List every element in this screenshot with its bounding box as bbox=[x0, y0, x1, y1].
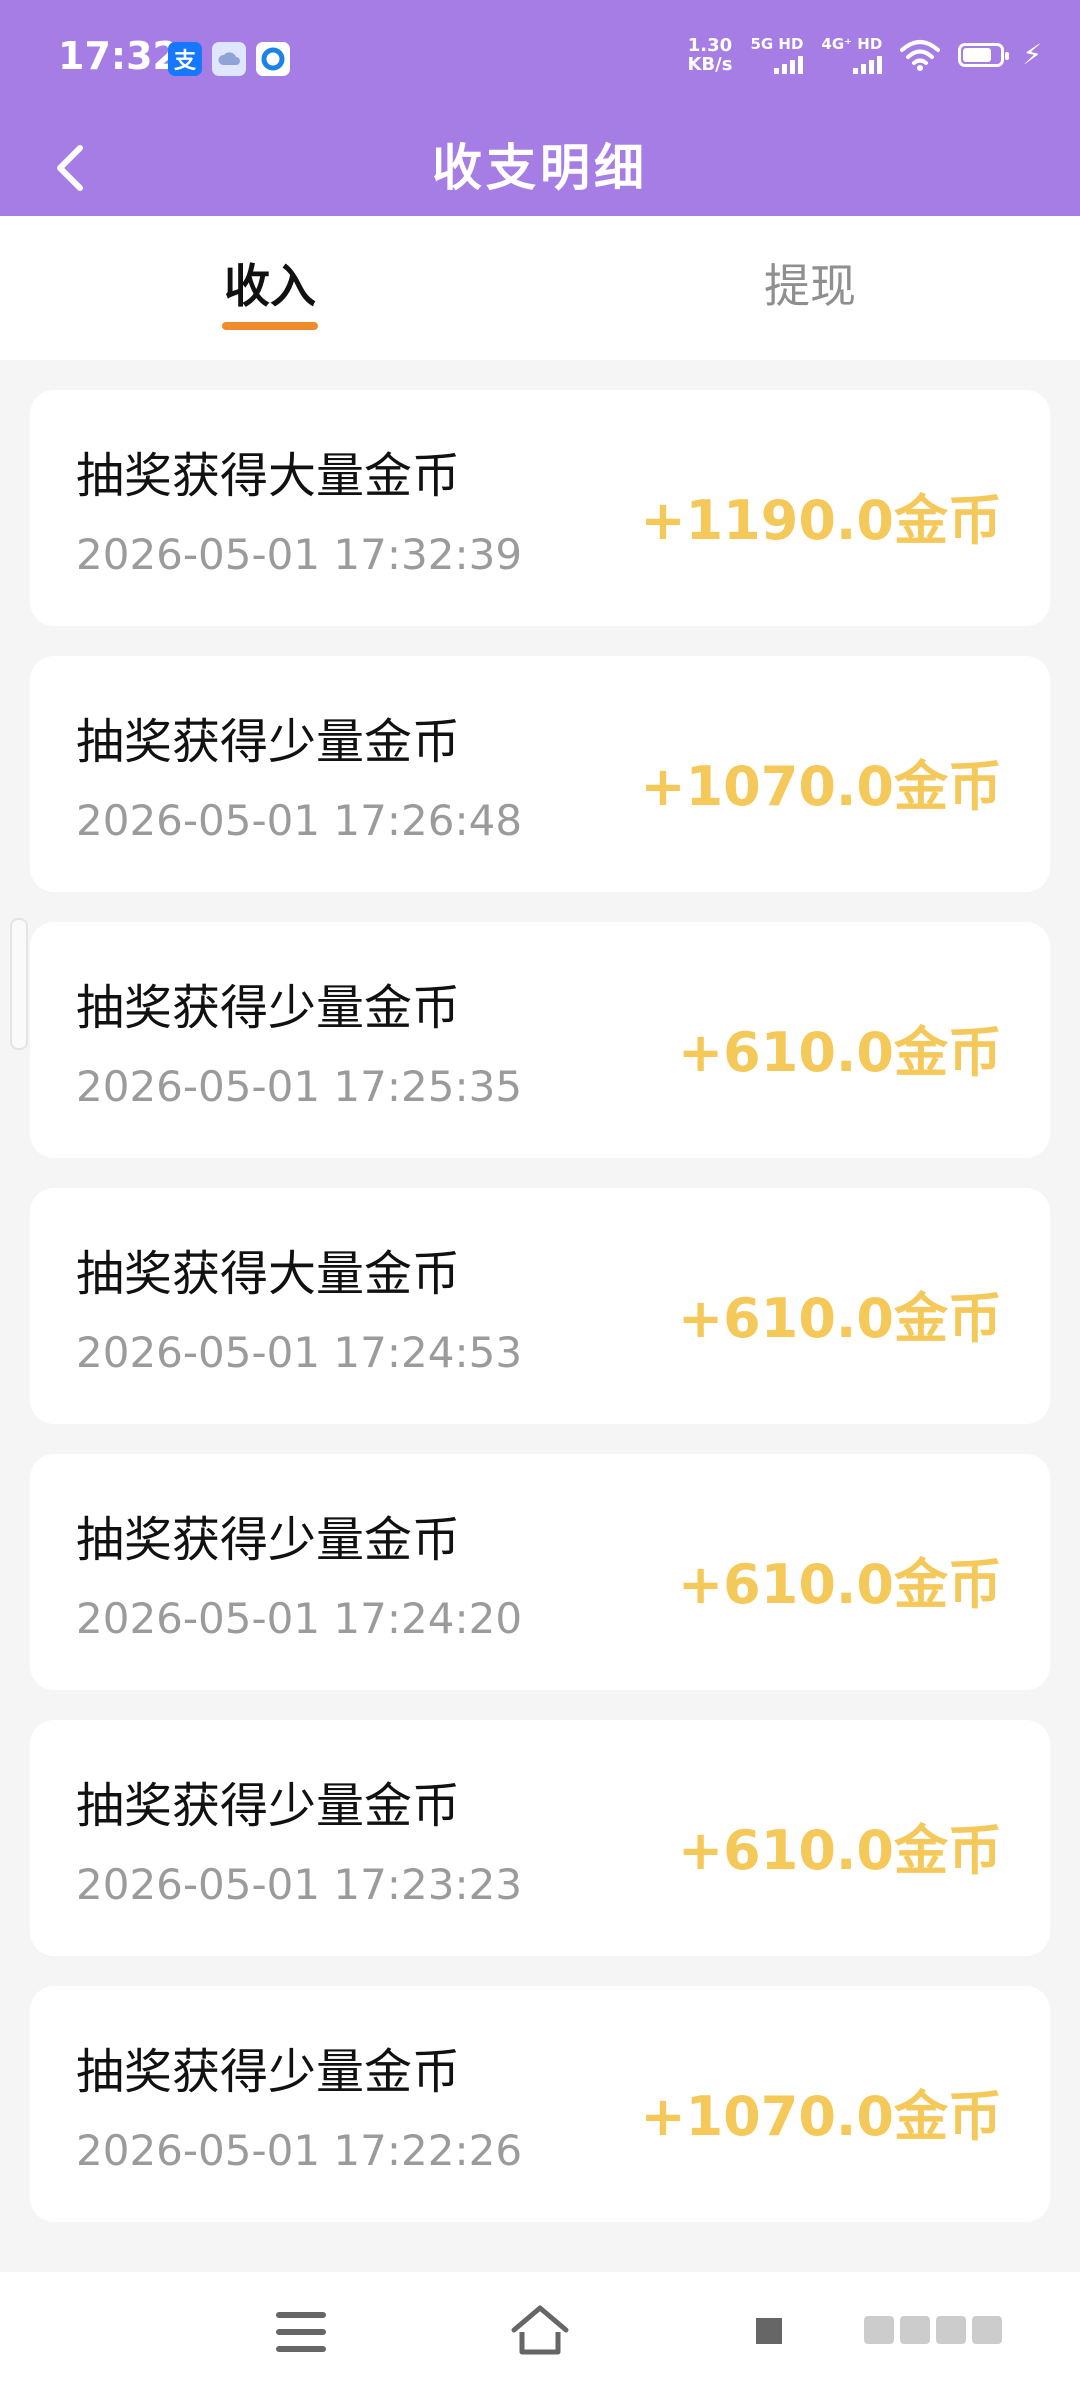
record-time: 2026-05-01 17:24:20 bbox=[76, 1594, 523, 1643]
list-item[interactable]: 抽奖获得大量金币 2026-05-01 17:24:53 +610.0金币 bbox=[30, 1188, 1050, 1424]
blurred-region bbox=[864, 2316, 1002, 2344]
record-title: 抽奖获得大量金币 bbox=[76, 448, 461, 504]
record-title: 抽奖获得少量金币 bbox=[76, 2044, 461, 2100]
list-item[interactable]: 抽奖获得少量金币 2026-05-01 17:26:48 +1070.0金币 bbox=[30, 656, 1050, 892]
record-title: 抽奖获得少量金币 bbox=[76, 1778, 461, 1834]
status-indicators: 1.30 KB/s 5G HD 4G⁺ HD ⚡ bbox=[687, 36, 1042, 74]
list-item[interactable]: 抽奖获得少量金币 2026-05-01 17:22:26 +1070.0金币 bbox=[30, 1986, 1050, 2222]
tab-withdraw[interactable]: 提现 bbox=[540, 216, 1080, 360]
sim1-signal-icon: 5G HD bbox=[750, 36, 804, 74]
record-time: 2026-05-01 17:22:26 bbox=[76, 2126, 523, 2175]
home-icon[interactable] bbox=[508, 2302, 572, 2358]
status-bar: 17:32 支 1.30 KB/s 5G HD 4G⁺ HD ⚡ bbox=[0, 0, 1080, 120]
record-time: 2026-05-01 17:32:39 bbox=[76, 530, 523, 579]
tab-income[interactable]: 收入 bbox=[0, 216, 540, 360]
status-time: 17:32 bbox=[58, 34, 179, 78]
record-title: 抽奖获得少量金币 bbox=[76, 1512, 461, 1568]
list-item[interactable]: 抽奖获得大量金币 2026-05-01 17:32:39 +1190.0金币 bbox=[30, 390, 1050, 626]
back-nav-icon[interactable] bbox=[756, 2318, 782, 2344]
system-nav-bar bbox=[0, 2272, 1080, 2400]
charging-icon: ⚡ bbox=[1022, 38, 1042, 71]
cloud-icon bbox=[212, 42, 246, 76]
record-amount: +610.0金币 bbox=[677, 1553, 1002, 1616]
record-time: 2026-05-01 17:23:23 bbox=[76, 1860, 523, 1909]
record-amount: +610.0金币 bbox=[677, 1287, 1002, 1350]
income-record-list[interactable]: 抽奖获得大量金币 2026-05-01 17:32:39 +1190.0金币 抽… bbox=[30, 390, 1050, 2252]
list-item[interactable]: 抽奖获得少量金币 2026-05-01 17:24:20 +610.0金币 bbox=[30, 1454, 1050, 1690]
chevron-left-icon bbox=[57, 145, 83, 191]
record-amount: +1070.0金币 bbox=[640, 2085, 1002, 2148]
menu-icon[interactable] bbox=[276, 2312, 326, 2356]
list-item[interactable]: 抽奖获得少量金币 2026-05-01 17:25:35 +610.0金币 bbox=[30, 922, 1050, 1158]
record-amount: +1070.0金币 bbox=[640, 755, 1002, 818]
record-amount: +1190.0金币 bbox=[640, 489, 1002, 552]
record-time: 2026-05-01 17:24:53 bbox=[76, 1328, 523, 1377]
status-app-icons: 支 bbox=[168, 42, 290, 76]
record-amount: +610.0金币 bbox=[677, 1819, 1002, 1882]
active-tab-indicator bbox=[222, 322, 318, 330]
record-title: 抽奖获得大量金币 bbox=[76, 1246, 461, 1302]
battery-icon bbox=[958, 43, 1010, 67]
back-button[interactable] bbox=[30, 132, 110, 204]
circle-app-icon bbox=[256, 42, 290, 76]
record-title: 抽奖获得少量金币 bbox=[76, 980, 461, 1036]
page-title: 收支明细 bbox=[432, 139, 648, 197]
record-time: 2026-05-01 17:25:35 bbox=[76, 1062, 523, 1111]
tab-bar: 收入 提现 bbox=[0, 216, 1080, 360]
network-speed: 1.30 KB/s bbox=[687, 35, 733, 75]
record-amount: +610.0金币 bbox=[677, 1021, 1002, 1084]
scrollbar-thumb[interactable] bbox=[10, 918, 28, 1050]
wifi-icon bbox=[900, 40, 941, 71]
record-title: 抽奖获得少量金币 bbox=[76, 714, 461, 770]
alipay-icon: 支 bbox=[168, 42, 202, 76]
record-time: 2026-05-01 17:26:48 bbox=[76, 796, 523, 845]
app-bar: 收支明细 bbox=[0, 120, 1080, 216]
sim2-signal-icon: 4G⁺ HD bbox=[821, 36, 883, 74]
list-item[interactable]: 抽奖获得少量金币 2026-05-01 17:23:23 +610.0金币 bbox=[30, 1720, 1050, 1956]
